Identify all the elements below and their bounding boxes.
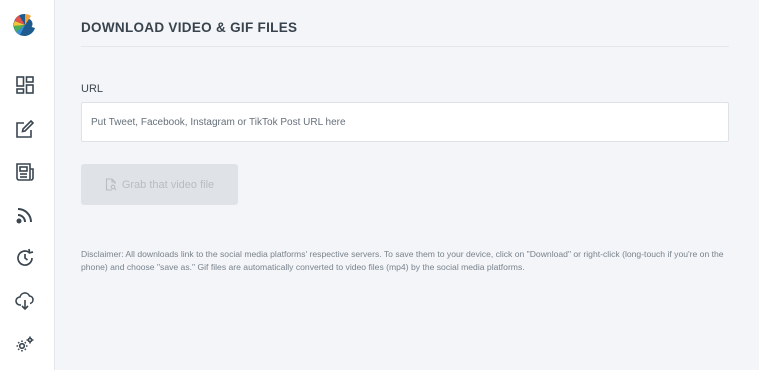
- url-input[interactable]: [81, 102, 729, 142]
- history-icon: [17, 248, 34, 266]
- rss-icon: [16, 208, 32, 224]
- url-label: URL: [81, 83, 104, 95]
- grab-video-button[interactable]: Grab that video file: [81, 164, 238, 205]
- nav-compose[interactable]: [14, 118, 36, 140]
- title-divider: [81, 46, 729, 47]
- nav-downloader[interactable]: [14, 290, 36, 312]
- nav-settings[interactable]: [14, 333, 36, 355]
- newspaper-icon: [16, 163, 34, 181]
- nav-posts[interactable]: [14, 161, 36, 183]
- app-logo[interactable]: [11, 11, 39, 39]
- edit-icon: [16, 119, 35, 138]
- nav-history[interactable]: [14, 247, 36, 269]
- disclaimer-text: Disclaimer: All downloads link to the so…: [81, 249, 724, 272]
- dashboard-icon: [16, 76, 34, 94]
- logo-icon: [13, 13, 35, 36]
- nav-dashboard[interactable]: [14, 74, 36, 96]
- cloud-download-icon: [15, 292, 34, 311]
- main-content: DOWNLOAD VIDEO & GIF FILES URL Grab that…: [81, 0, 729, 370]
- grab-video-button-label: Grab that video file: [121, 178, 215, 191]
- page-title: DOWNLOAD VIDEO & GIF FILES: [81, 20, 298, 35]
- settings-icon: [16, 336, 34, 352]
- sidebar: [0, 0, 55, 370]
- nav-feeds[interactable]: [14, 204, 36, 226]
- file-search-icon: [105, 178, 117, 191]
